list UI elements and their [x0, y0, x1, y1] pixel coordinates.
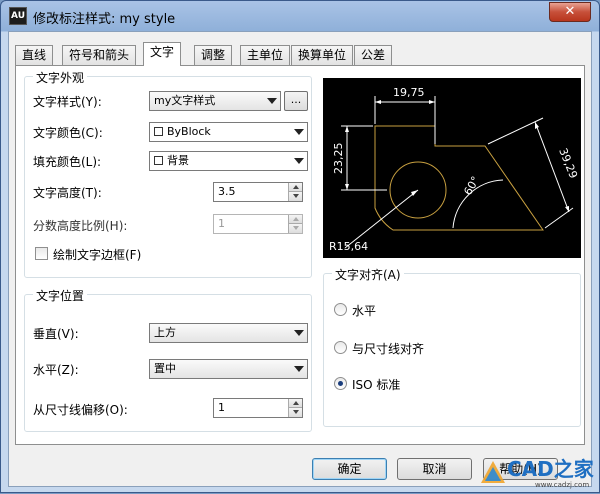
- tab-lines[interactable]: 直线: [15, 45, 54, 65]
- preview-dim-right: 39,29: [556, 146, 580, 180]
- align-horizontal-radio[interactable]: [334, 303, 347, 316]
- tab-fit[interactable]: 调整: [194, 45, 233, 65]
- spin-down-icon[interactable]: [288, 408, 302, 417]
- text-style-value: my文字样式: [154, 94, 216, 107]
- tab-alternate-units[interactable]: 换算单位: [291, 45, 354, 65]
- tab-text[interactable]: 文字: [143, 42, 182, 66]
- text-placement-group: 文字位置 垂直(V): 上方 水平(Z): 置中 从尺寸线偏移(O): 1: [24, 287, 312, 432]
- fill-color-value: 背景: [167, 154, 189, 167]
- text-tab-page: 文字外观 文字样式(Y): my文字样式 ... 文字颜色(C): ByBloc…: [15, 65, 585, 445]
- vertical-label: 垂直(V):: [33, 327, 79, 341]
- text-height-label: 文字高度(T):: [33, 186, 102, 200]
- spin-up-icon: [288, 215, 302, 224]
- preview-arrowheads: [345, 100, 569, 212]
- fraction-height-spinner: 1: [213, 214, 303, 234]
- spin-down-icon[interactable]: [288, 192, 302, 201]
- watermark-url: www.cadzj.com: [535, 481, 590, 489]
- text-frame-checkbox[interactable]: [35, 247, 48, 260]
- color-swatch-icon: [154, 127, 163, 136]
- close-button[interactable]: ✕: [549, 2, 591, 22]
- text-color-combo[interactable]: ByBlock: [149, 122, 308, 142]
- text-alignment-group: 文字对齐(A) 水平 与尺寸线对齐 ISO 标准: [323, 266, 581, 427]
- text-placement-title: 文字位置: [33, 287, 88, 304]
- text-style-label: 文字样式(Y):: [33, 95, 102, 109]
- offset-spinner[interactable]: 1: [213, 398, 303, 418]
- window-title: 修改标注样式: my style: [33, 12, 176, 27]
- text-height-spinner[interactable]: 3.5: [213, 182, 303, 202]
- spin-up-icon[interactable]: [288, 183, 302, 192]
- align-iso-radio[interactable]: [334, 377, 347, 390]
- preview-geometry: [374, 125, 544, 231]
- app-icon: AU: [9, 7, 27, 25]
- fraction-height-label: 分数高度比例(H):: [33, 219, 128, 233]
- preview-dimensions: [341, 96, 574, 249]
- color-swatch-icon: [154, 156, 163, 165]
- preview-dim-top: 19,75: [393, 86, 425, 99]
- text-style-combo[interactable]: my文字样式: [149, 91, 281, 111]
- vertical-combo[interactable]: 上方: [149, 323, 308, 343]
- dimension-preview: 19,75 23,25 39,29 60° R15,64: [323, 78, 581, 258]
- align-horizontal-label: 水平: [352, 304, 377, 318]
- text-color-label: 文字颜色(C):: [33, 126, 103, 140]
- preview-dim-angle: 60°: [461, 174, 482, 197]
- spin-up-icon[interactable]: [288, 399, 302, 408]
- fraction-height-value: 1: [218, 217, 225, 230]
- align-dimension-line-radio[interactable]: [334, 341, 347, 354]
- preview-drawing: 19,75 23,25 39,29 60° R15,64: [329, 86, 580, 253]
- dialog-window: AU 修改标注样式: my style ✕ 直线 符号和箭头 文字 调整 主单位…: [0, 0, 600, 493]
- text-appearance-group: 文字外观 文字样式(Y): my文字样式 ... 文字颜色(C): ByBloc…: [24, 69, 312, 278]
- fill-color-label: 填充颜色(L):: [33, 155, 102, 169]
- text-alignment-title: 文字对齐(A): [332, 266, 404, 283]
- chevron-down-icon: [294, 366, 304, 372]
- spin-down-icon: [288, 224, 302, 233]
- text-color-value: ByBlock: [167, 125, 211, 138]
- watermark-text: CAD之家: [507, 457, 594, 481]
- horizontal-value: 置中: [154, 362, 176, 375]
- offset-label: 从尺寸线偏移(O):: [33, 403, 128, 417]
- fill-color-combo[interactable]: 背景: [149, 151, 308, 171]
- align-iso-label: ISO 标准: [352, 378, 401, 392]
- site-watermark: CAD之家 www.cadzj.com: [479, 453, 600, 494]
- text-height-value: 3.5: [218, 185, 236, 198]
- chevron-down-icon: [294, 158, 304, 164]
- text-frame-label: 绘制文字边框(F): [53, 248, 142, 262]
- ok-button[interactable]: 确定: [312, 458, 387, 480]
- watermark-logo-icon: [481, 461, 505, 483]
- tab-tolerances[interactable]: 公差: [354, 45, 393, 65]
- tab-symbols-arrows[interactable]: 符号和箭头: [62, 45, 137, 65]
- title-bar[interactable]: AU 修改标注样式: my style ✕: [1, 1, 599, 31]
- align-dimension-line-label: 与尺寸线对齐: [352, 342, 425, 356]
- tab-primary-units[interactable]: 主单位: [240, 45, 291, 65]
- horizontal-combo[interactable]: 置中: [149, 359, 308, 379]
- chevron-down-icon: [294, 330, 304, 336]
- text-style-browse-button[interactable]: ...: [284, 91, 308, 111]
- offset-value: 1: [218, 401, 225, 414]
- preview-dim-radius: R15,64: [329, 240, 368, 253]
- vertical-value: 上方: [154, 326, 176, 339]
- dialog-client: 直线 符号和箭头 文字 调整 主单位 换算单位 公差 文字外观 文字样式(Y):…: [8, 31, 592, 487]
- text-appearance-title: 文字外观: [33, 69, 88, 86]
- horizontal-label: 水平(Z):: [33, 363, 79, 377]
- chevron-down-icon: [267, 98, 277, 104]
- chevron-down-icon: [294, 129, 304, 135]
- cancel-button[interactable]: 取消: [397, 458, 472, 480]
- preview-dim-left: 23,25: [332, 143, 345, 175]
